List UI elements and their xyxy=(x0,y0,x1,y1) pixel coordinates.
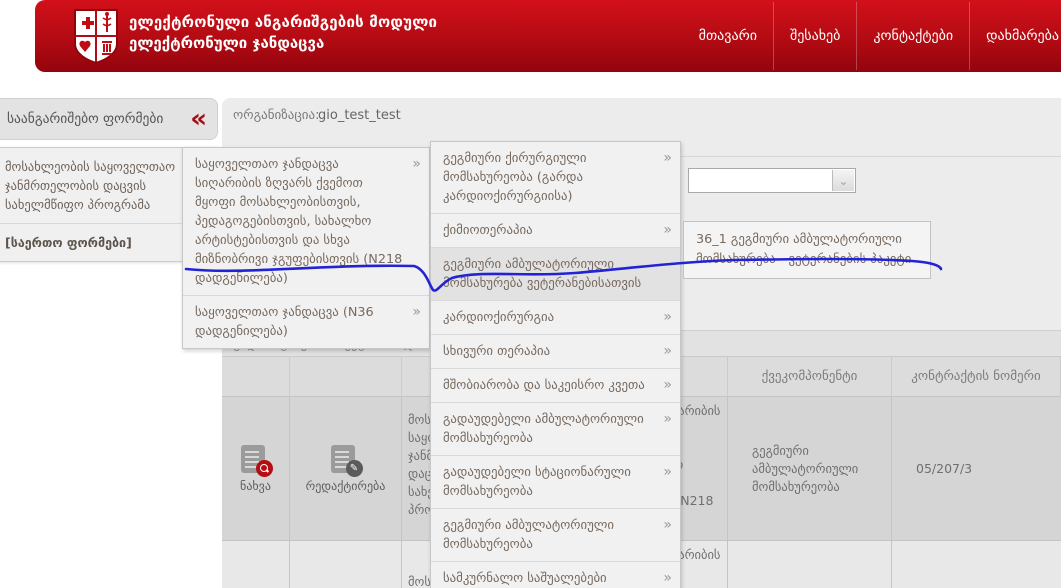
chevron-right-icon: » xyxy=(663,342,672,361)
chevron-right-icon: » xyxy=(663,221,672,240)
menu-item-label: კარდიოქირურგია xyxy=(443,310,554,325)
subcomponent-text: გეგმიური ამბულატორიული მომსახურეობა xyxy=(746,437,883,501)
filter-dropdown[interactable]: ⌄ xyxy=(688,168,856,193)
menu-item-radiation-therapy[interactable]: სხივური თერაპია » xyxy=(431,334,680,368)
menu-item-planned-surgery[interactable]: გეგმიური ქირურგიული მომსახურეობა (გარდა … xyxy=(431,142,680,213)
chevron-down-icon[interactable]: ⌄ xyxy=(832,170,854,191)
menu-item-emergency-stationary[interactable]: გადაუდებელი სტაციონარული მომსახურეობა » xyxy=(431,455,680,508)
menu-item-childbirth[interactable]: მშობიარობა და საკეისრო კვეთა » xyxy=(431,368,680,402)
nav-help[interactable]: დახმარება xyxy=(969,2,1061,70)
subcomponent-cell: გეგმიური ამბულატორიული მომსახურეობა xyxy=(728,397,892,541)
view-label: ნახვა xyxy=(240,479,271,493)
menu-item-label: გეგმიური ქირურგიული მომსახურეობა (გარდა … xyxy=(443,151,586,204)
chevron-right-icon: » xyxy=(412,303,421,322)
submenu-flyout-veterans-package[interactable]: 36_1 გეგმიური ამბულატორიული მომსახურება … xyxy=(683,221,931,279)
magnifier-icon xyxy=(260,464,269,473)
menu-item-chemotherapy[interactable]: ქიმიოთერაპია » xyxy=(431,213,680,247)
menu-item-emergency-ambulatory[interactable]: გადაუდებელი ამბულატორიული მომსახურეობა » xyxy=(431,402,680,455)
nav-about[interactable]: შესახებ xyxy=(773,2,856,70)
menu-item-n36[interactable]: საყოველთაო ჯანდაცვა (N36 დადგენილება) » xyxy=(183,295,429,348)
menu-item-cardiosurgery[interactable]: კარდიოქირურგია » xyxy=(431,300,680,334)
menu-item-label: მშობიარობა და საკეისრო კვეთა xyxy=(443,378,645,393)
contract-cell: 05/207/3 xyxy=(892,397,1061,541)
menu-item-medicines[interactable]: სამკურნალო საშუალებები » xyxy=(431,561,680,588)
app-header: ელექტრონული ანგარიშგების მოდული ელექტრონ… xyxy=(35,0,1061,72)
header-subcomponent[interactable]: ქვეკომპონენტი xyxy=(728,357,892,397)
menu-item-label: სამკურნალო საშუალებები xyxy=(443,571,607,586)
nav-home[interactable]: მთავარი xyxy=(683,2,773,70)
top-nav: მთავარი შესახებ კონტაქტები დახმარება xyxy=(683,0,1061,72)
view-button[interactable]: ნახვა xyxy=(222,397,290,541)
menu-item-n218[interactable]: საყოველთაო ჯანდაცვა სიღარიბის ზღვარს ქვე… xyxy=(183,148,429,295)
app-title: ელექტრონული ანგარიშგების მოდული ელექტრონ… xyxy=(129,13,437,52)
header-view xyxy=(222,357,290,397)
view-document-icon xyxy=(239,445,273,475)
page: ელექტრონული ანგარიშგების მოდული ელექტრონ… xyxy=(0,0,1061,588)
chevron-right-icon: » xyxy=(663,463,672,482)
contract-text: 05/207/3 xyxy=(910,455,978,483)
edit-label: რედაქტირება xyxy=(306,479,386,493)
menu-item-veterans-ambulatory[interactable]: გეგმიური ამბულატორიული მომსახურება ვეტერ… xyxy=(431,247,680,300)
chevron-right-icon: » xyxy=(663,410,672,429)
menu-item-label: საყოველთაო ჯანდაცვა სიღარიბის ზღვარს ქვე… xyxy=(195,157,402,286)
submenu-programs: საყოველთაო ჯანდაცვა სიღარიბის ზღვარს ქვე… xyxy=(182,147,430,349)
sidebar-header: საანგარიშებო ფორმები « xyxy=(0,98,218,140)
organization-value: gio_test_test xyxy=(318,108,401,123)
chevron-right-icon: » xyxy=(663,308,672,327)
edit-document-icon: ✎ xyxy=(329,445,363,475)
organization-label: ორგანიზაცია: xyxy=(233,108,320,123)
sidebar-title: საანგარიშებო ფორმები xyxy=(0,111,180,127)
view-cell-empty xyxy=(222,541,290,588)
edit-cell-empty xyxy=(290,541,402,588)
app-title-line2: ელექტრონული ჯანდაცვა xyxy=(129,34,437,52)
menu-item-label: გადაუდებელი სტაციონარული მომსახურეობა xyxy=(443,465,631,499)
subcomponent-cell-empty xyxy=(728,541,892,588)
sidebar-item-label: [საერთო ფორმები] xyxy=(5,235,132,250)
menu-item-label: სხივური თერაპია xyxy=(443,344,550,359)
sidebar-collapse-icon[interactable]: « xyxy=(180,106,217,132)
header-edit xyxy=(290,357,402,397)
app-title-line1: ელექტრონული ანგარიშგების მოდული xyxy=(129,13,437,31)
chevron-right-icon: » xyxy=(663,569,672,588)
edit-button[interactable]: ✎ რედაქტირება xyxy=(290,397,402,541)
pencil-icon: ✎ xyxy=(346,460,363,477)
menu-item-planned-ambulatory[interactable]: გეგმიური ამბულატორიული მომსახურეობა » xyxy=(431,508,680,561)
sidebar-item-label: მოსახლეობის საყოველთაო ჯანმრთელობის დაცვ… xyxy=(5,159,175,212)
header-contract-number[interactable]: კონტრაქტის ნომერი xyxy=(892,357,1061,397)
menu-item-label: ქიმიოთერაპია xyxy=(443,223,533,238)
chevron-right-icon: » xyxy=(663,516,672,535)
menu-item-label: საყოველთაო ჯანდაცვა (N36 დადგენილება) xyxy=(195,305,374,339)
chevron-right-icon: » xyxy=(412,155,421,174)
menu-item-label: გეგმიური ამბულატორიული მომსახურეობა xyxy=(443,518,614,552)
menu-item-label: გადაუდებელი ამბულატორიული მომსახურეობა xyxy=(443,412,644,446)
menu-item-label: გეგმიური ამბულატორიული მომსახურება ვეტერ… xyxy=(443,257,641,291)
chevron-right-icon: » xyxy=(663,376,672,395)
contract-cell-empty xyxy=(892,541,1061,588)
health-ministry-logo-icon xyxy=(73,8,119,68)
chevron-right-icon: » xyxy=(663,149,672,168)
nav-contacts[interactable]: კონტაქტები xyxy=(856,2,969,70)
submenu-services: გეგმიური ქირურგიული მომსახურეობა (გარდა … xyxy=(430,141,681,588)
